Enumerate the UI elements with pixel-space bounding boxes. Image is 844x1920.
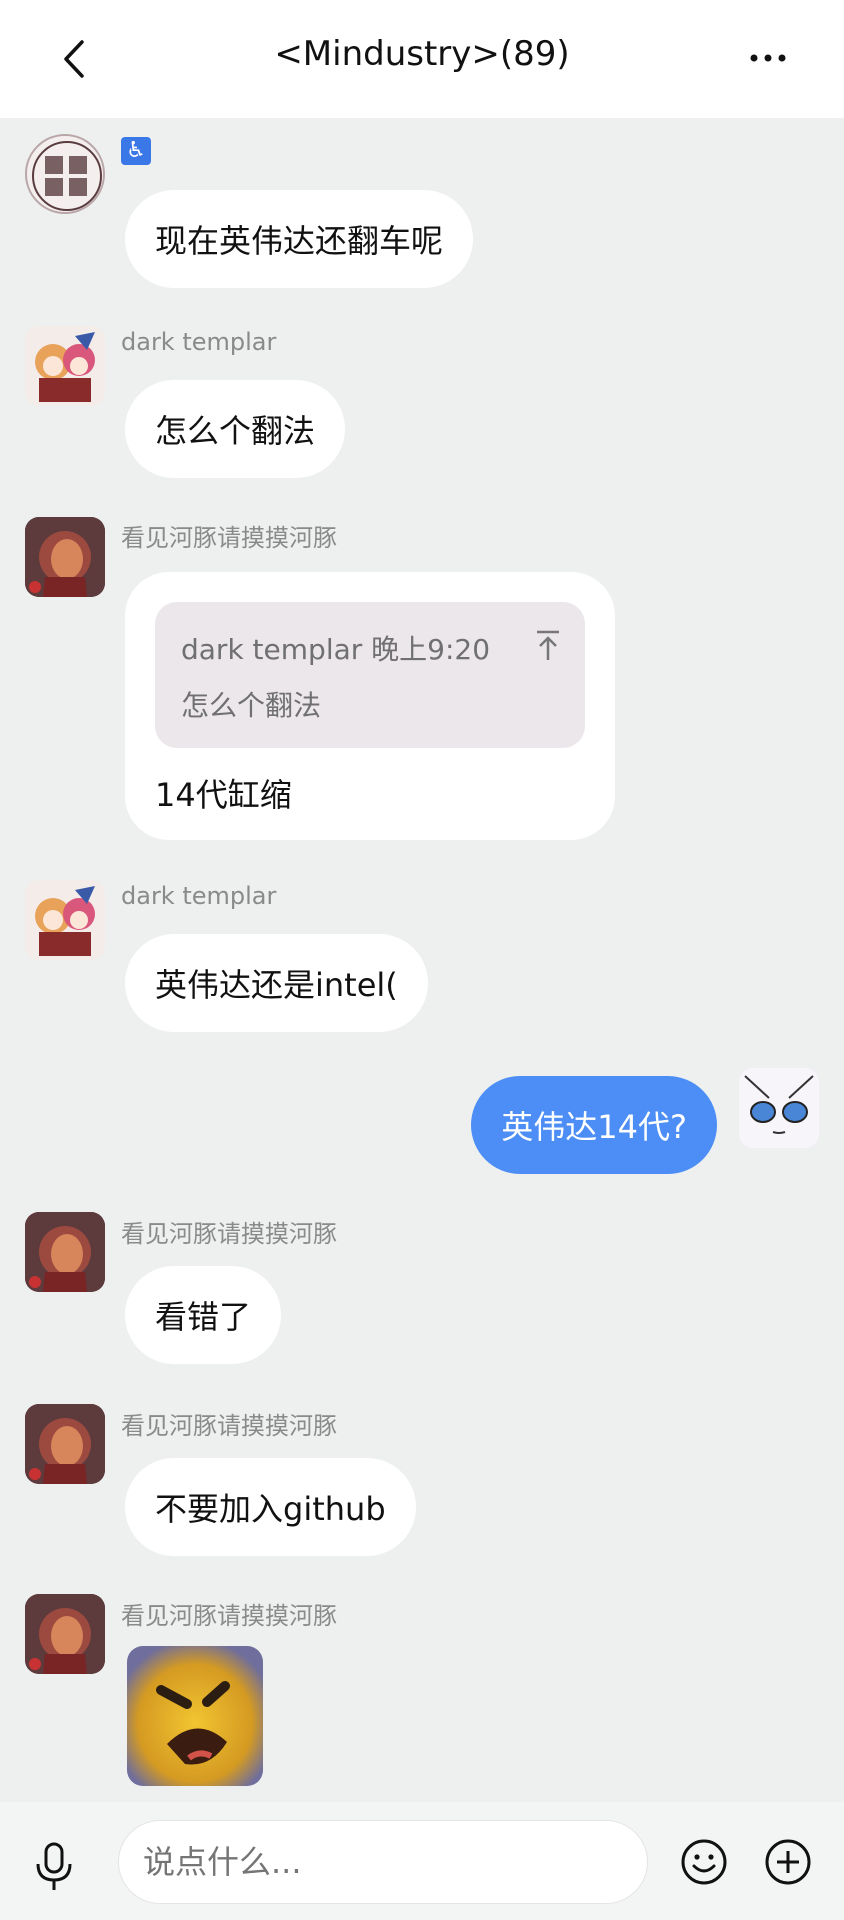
message-list[interactable]: ♿ 现在英伟达还翻车呢 dark templar 怎么个翻法 看见河豚请摸摸河豚… xyxy=(0,118,844,1802)
message-bubble[interactable]: 不要加入github xyxy=(125,1458,416,1556)
jump-to-original-icon[interactable] xyxy=(533,628,563,664)
angry-face-sticker[interactable] xyxy=(127,1646,263,1786)
reply-bubble[interactable]: dark templar 晚上9:20 怎么个翻法 14代缸缩 xyxy=(125,572,615,840)
chat-title: <Mindustry>(89) xyxy=(274,34,570,74)
avatar[interactable] xyxy=(25,134,105,214)
voice-button[interactable] xyxy=(30,1840,78,1892)
message-bubble[interactable]: 看错了 xyxy=(125,1266,282,1364)
more-dots-icon xyxy=(750,54,786,62)
emoji-icon xyxy=(681,1839,727,1885)
accessibility-badge: ♿ xyxy=(121,137,151,165)
more-actions-button[interactable] xyxy=(764,1838,812,1886)
quoted-message[interactable]: dark templar 晚上9:20 怎么个翻法 xyxy=(155,602,585,748)
avatar[interactable] xyxy=(25,326,105,406)
avatar[interactable] xyxy=(25,517,105,597)
sender-name: dark templar xyxy=(121,328,277,356)
quoted-author-time: dark templar 晚上9:20 xyxy=(181,633,491,666)
plus-circle-icon xyxy=(765,1839,811,1885)
avatar[interactable] xyxy=(25,1404,105,1484)
message-input[interactable] xyxy=(118,1820,648,1904)
chat-header: <Mindustry>(89) xyxy=(0,0,844,118)
sender-name: 看见河豚请摸摸河豚 xyxy=(121,1602,337,1630)
my-message-bubble[interactable]: 英伟达14代? xyxy=(471,1076,717,1174)
avatar[interactable] xyxy=(25,1212,105,1292)
reply-text: 14代缸缩 xyxy=(155,776,292,814)
message-bubble[interactable]: 现在英伟达还翻车呢 xyxy=(125,190,474,288)
emoji-button[interactable] xyxy=(680,1838,728,1886)
my-avatar[interactable] xyxy=(739,1068,819,1148)
sender-name: 看见河豚请摸摸河豚 xyxy=(121,524,337,552)
more-button[interactable] xyxy=(744,38,792,78)
avatar[interactable] xyxy=(25,880,105,960)
microphone-icon xyxy=(36,1842,72,1890)
sender-name: 看见河豚请摸摸河豚 xyxy=(121,1220,337,1248)
sender-name: dark templar xyxy=(121,882,277,910)
message-bubble[interactable]: 英伟达还是intel( xyxy=(125,934,428,1032)
avatar[interactable] xyxy=(25,1594,105,1674)
message-bubble[interactable]: 怎么个翻法 xyxy=(125,380,346,478)
sender-name: 看见河豚请摸摸河豚 xyxy=(121,1412,337,1440)
input-bar xyxy=(0,1802,844,1920)
quoted-text: 怎么个翻法 xyxy=(181,689,322,722)
